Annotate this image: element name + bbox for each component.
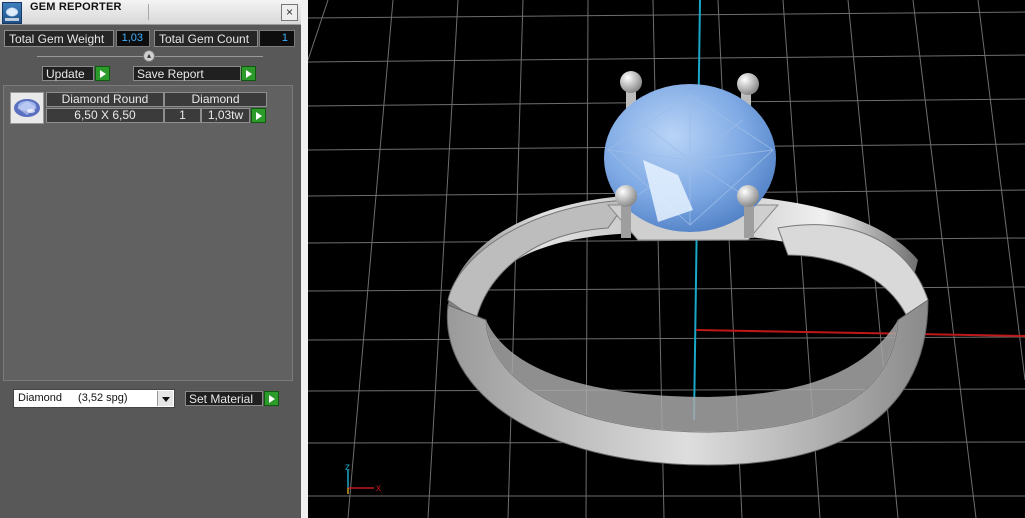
prong-tip-front-right (737, 185, 759, 207)
panel-splitter-knob[interactable]: ▴ (143, 50, 155, 62)
total-gem-count-value: 1 (259, 30, 295, 47)
window-title: GEM REPORTER (30, 1, 122, 13)
panel-divider[interactable] (301, 0, 308, 518)
total-gem-weight-label: Total Gem Weight (4, 30, 114, 47)
prong-tip-front-left (615, 185, 637, 207)
material-select-spg: (3,52 spg) (78, 392, 128, 404)
set-material-go-icon[interactable] (264, 391, 279, 406)
gem-row-select-icon[interactable] (251, 108, 266, 123)
material-select-name: Diamond (18, 392, 63, 404)
prong-tip-back-right (737, 73, 759, 95)
gem-list-area (3, 85, 293, 381)
close-button[interactable]: × (281, 4, 298, 21)
title-bar: GEM REPORTER × (0, 0, 301, 25)
prong-tip-back-left (620, 71, 642, 93)
axis-indicator-z: z (345, 462, 350, 473)
gem-row-weight: 1,03tw (201, 108, 250, 123)
3d-viewport[interactable]: z x (308, 0, 1025, 518)
update-go-icon[interactable] (95, 66, 110, 81)
gem-row-size: 6,50 X 6,50 (46, 108, 164, 123)
gem-row-count: 1 (164, 108, 201, 123)
update-button[interactable]: Update (42, 66, 94, 81)
total-gem-weight-value: 1,03 (116, 30, 150, 47)
gem-reporter-panel: GEM REPORTER × Total Gem Weight 1,03 Tot… (0, 0, 301, 518)
total-gem-count-label: Total Gem Count (154, 30, 258, 47)
material-select[interactable]: Diamond (3,52 spg) (13, 389, 175, 408)
gem-reporter-app-icon (2, 2, 22, 24)
save-report-button[interactable]: Save Report (133, 66, 241, 81)
save-report-go-icon[interactable] (241, 66, 256, 81)
axis-indicator-x: x (376, 483, 381, 494)
gem-table-header-shape: Diamond Round (46, 92, 164, 107)
x-axis-line (695, 329, 1025, 337)
set-material-button[interactable]: Set Material (185, 391, 263, 406)
dropdown-arrow-icon[interactable] (157, 391, 173, 406)
gem-thumbnail-icon[interactable] (10, 92, 44, 124)
ring-twist-left (447, 199, 630, 321)
title-separator (148, 4, 149, 20)
gem-table-header-material: Diamond (164, 92, 267, 107)
